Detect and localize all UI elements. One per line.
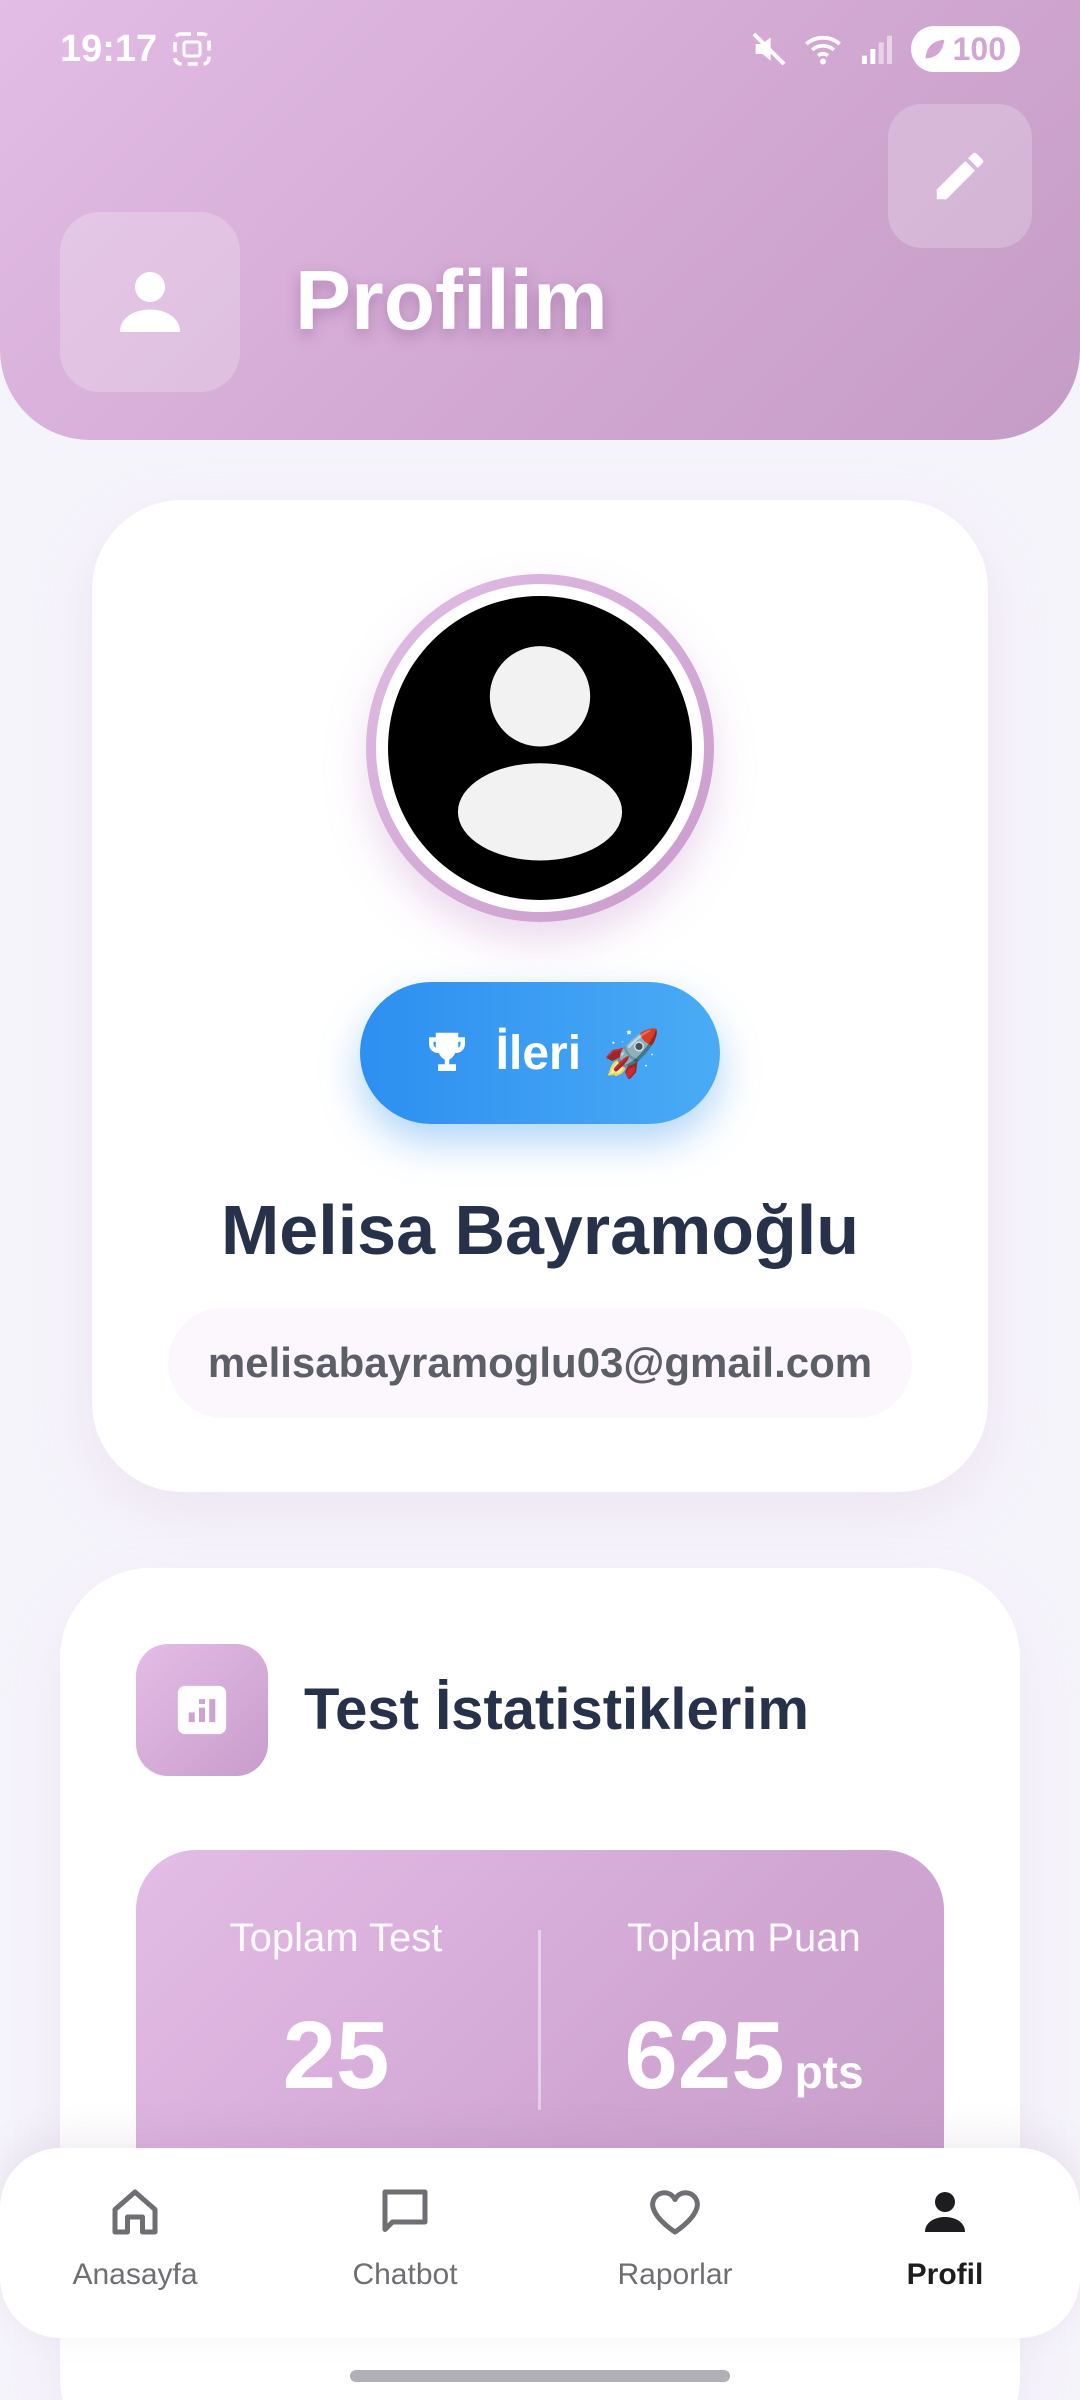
stats-title: Test İstatistiklerim — [304, 1677, 810, 1742]
heart-icon — [650, 2190, 700, 2235]
edit-profile-button[interactable] — [888, 104, 1032, 248]
nav-label-reports: Raporlar — [617, 2258, 733, 2291]
nav-item-profile[interactable]: Profil — [810, 2148, 1080, 2338]
wifi-icon — [804, 35, 841, 65]
user-email: melisabayramoglu03@gmail.com — [168, 1308, 912, 1418]
person-icon — [925, 2192, 965, 2232]
pencil-icon — [936, 152, 984, 200]
user-email-text: melisabayramoglu03@gmail.com — [207, 1339, 873, 1386]
rocket-icon: 🚀 — [603, 1026, 661, 1079]
analytics-icon — [177, 1685, 227, 1735]
nav-item-home[interactable]: Anasayfa — [0, 2148, 270, 2338]
nav-item-chatbot[interactable]: Chatbot — [270, 2148, 540, 2338]
profile-avatar[interactable] — [366, 574, 714, 922]
level-badge: İleri 🚀 — [360, 982, 720, 1124]
mute-icon — [752, 32, 786, 66]
status-bar: 19:17 100 — [0, 0, 1080, 100]
status-icons: 100 — [749, 26, 1020, 72]
leaf-icon — [925, 39, 944, 59]
battery-indicator: 100 — [910, 26, 1020, 72]
header-avatar — [60, 212, 240, 392]
nav-label-home: Anasayfa — [72, 2258, 198, 2291]
battery-level: 100 — [952, 30, 1006, 67]
total-tests-stat: Toplam Test 25 — [136, 1916, 536, 2111]
nav-label-profile: Profil — [906, 2258, 984, 2291]
home-icon — [112, 2189, 158, 2235]
profile-header: 19:17 100 Profilim — [0, 0, 1080, 440]
bottom-navigation: Anasayfa Chatbot Raporlar Profil — [0, 2148, 1080, 2338]
total-points-label: Toplam Puan — [627, 1916, 861, 1960]
stats-icon-box — [136, 1644, 268, 1776]
screenshot-icon — [173, 32, 211, 66]
nav-label-chatbot: Chatbot — [352, 2258, 458, 2291]
total-tests-label: Toplam Test — [229, 1916, 443, 1960]
person-icon — [120, 272, 180, 332]
home-indicator[interactable] — [350, 2370, 730, 2382]
points-unit: pts — [794, 2046, 864, 2098]
total-points-value: 625 — [624, 2002, 785, 2109]
chat-icon — [382, 2189, 428, 2232]
status-time: 19:17 — [60, 28, 158, 70]
total-tests-value: 25 — [282, 2002, 390, 2109]
page-title: Profilim — [295, 253, 608, 347]
user-name: Melisa Bayramoğlu — [221, 1191, 859, 1269]
profile-card: İleri 🚀 Melisa Bayramoğlu melisabayramog… — [92, 500, 988, 1492]
avatar-placeholder-icon — [457, 646, 623, 861]
total-points-stat: Toplam Puan 625 pts — [544, 1916, 944, 2111]
nav-item-reports[interactable]: Raporlar — [540, 2148, 810, 2338]
trophy-icon — [428, 1032, 465, 1071]
signal-icon — [861, 35, 892, 64]
stats-divider — [538, 1930, 541, 2110]
level-label: İleri — [495, 1026, 582, 1080]
